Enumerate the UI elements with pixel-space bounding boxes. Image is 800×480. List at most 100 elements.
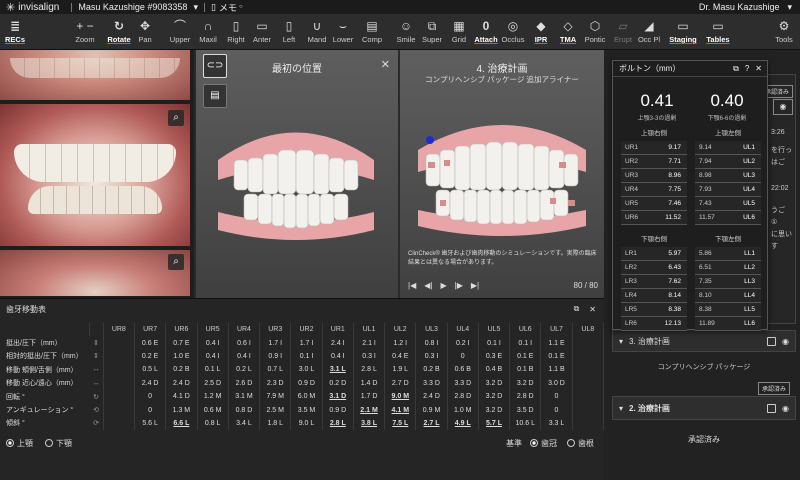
movement-cell[interactable]: 3.2 D (509, 376, 542, 390)
patient-dropdown-icon[interactable]: ▾ (193, 2, 198, 13)
close-icon[interactable]: ✕ (589, 305, 596, 314)
movement-cell[interactable]: 2.5 M (259, 403, 292, 417)
movement-cell[interactable]: 2.4 D (165, 376, 198, 390)
movement-cell[interactable]: 1.7 I (259, 336, 292, 350)
movement-cell[interactable] (572, 349, 605, 364)
prev-stage-icon[interactable]: ◀| (424, 281, 432, 290)
toolbar-staging-button[interactable]: ▭ Staging (668, 17, 698, 49)
movement-cell[interactable]: 2.5 D (197, 376, 229, 390)
chevron-down-icon[interactable]: ▾ (619, 337, 623, 346)
photo-upper-occlusal[interactable] (0, 50, 190, 102)
movement-cell[interactable]: 9.0 L (290, 416, 323, 431)
movement-cell[interactable]: 0.7 L (259, 363, 292, 377)
single-view-button[interactable]: ⊂⊃ (203, 54, 227, 78)
movement-cell[interactable]: 2.7 D (384, 376, 417, 390)
play-icon[interactable]: ▶ (440, 281, 446, 290)
movement-cell[interactable]: 0.6 I (228, 336, 261, 350)
movement-cell[interactable]: 0.9 D (322, 403, 354, 417)
movement-cell[interactable]: 0.4 I (197, 336, 229, 350)
movement-cell[interactable]: 0.9 D (290, 376, 323, 390)
toolbar-anter-button[interactable]: ▭ Anter (247, 17, 277, 49)
split-view-button[interactable]: ▤ (203, 84, 227, 108)
movement-cell[interactable]: 0 (447, 349, 479, 364)
movement-cell[interactable]: 2.1 I (353, 336, 386, 350)
movement-cell[interactable]: 0.2 I (447, 336, 479, 350)
photo-lower-occlusal[interactable]: ⌕ (0, 250, 190, 298)
movement-cell[interactable]: 3.3 D (415, 376, 448, 390)
toolbar-left-button[interactable]: ▯ Left (274, 17, 304, 49)
movement-cell[interactable]: 10.6 L (509, 416, 542, 431)
movement-cell[interactable] (572, 389, 605, 404)
toolbar-grid-button[interactable]: ▦ Grid (444, 17, 474, 49)
movement-cell[interactable]: 2.4 I (322, 336, 354, 350)
movement-cell[interactable]: 3.1 D (322, 389, 354, 404)
zoom-photo-icon[interactable]: ⌕ (168, 110, 184, 126)
movement-cell[interactable]: 0.3 E (478, 349, 511, 364)
crown-radio[interactable]: 歯冠 (530, 438, 557, 449)
layout-icon[interactable] (767, 403, 777, 413)
movement-cell[interactable]: 5.6 L (134, 416, 167, 431)
toolbar-pontic-button[interactable]: ⬡ Pontic (580, 17, 610, 49)
movement-cell[interactable]: 0.6 E (134, 336, 167, 350)
movement-cell[interactable]: 1.7 I (290, 336, 323, 350)
movement-cell[interactable]: 0 (134, 389, 167, 404)
movement-cell[interactable]: 2.1 M (353, 403, 386, 417)
movement-cell[interactable]: 1.0 M (447, 403, 479, 417)
photo-frontal-smile[interactable]: ⌕ (0, 104, 190, 248)
movement-cell[interactable]: 0.4 I (322, 349, 354, 364)
toolbar-upper-button[interactable]: ⌒ Upper (165, 17, 195, 49)
movement-cell[interactable]: 0.1 E (509, 349, 542, 364)
toolbar-recs-button[interactable]: ≣ RECs (0, 17, 30, 49)
movement-cell[interactable] (572, 403, 605, 417)
movement-cell[interactable]: 0.1 B (509, 363, 542, 377)
movement-cell[interactable]: 5.7 L (478, 416, 511, 431)
movement-cell[interactable]: 0.8 D (228, 403, 261, 417)
movement-cell[interactable] (103, 349, 135, 364)
movement-cell[interactable]: 2.4 D (134, 376, 167, 390)
movement-cell[interactable]: 7.9 M (259, 389, 292, 404)
memo-button[interactable]: メモ (219, 1, 237, 14)
zoom-photo-icon[interactable]: ⌕ (168, 254, 184, 270)
movement-cell[interactable] (103, 416, 135, 431)
movement-cell[interactable] (572, 376, 605, 390)
movement-cell[interactable]: 2.4 D (415, 389, 448, 404)
movement-cell[interactable]: 2.6 D (228, 376, 261, 390)
movement-cell[interactable]: 3.5 D (509, 403, 542, 417)
movement-cell[interactable]: 1.0 E (165, 349, 198, 364)
movement-cell[interactable]: 1.4 D (353, 376, 386, 390)
doctor-dropdown-icon[interactable]: ▾ (787, 2, 792, 13)
eye-icon[interactable]: ◉ (782, 337, 789, 346)
movement-cell[interactable]: 0.8 L (197, 416, 229, 431)
movement-cell[interactable]: 1.7 D (353, 389, 386, 404)
movement-cell[interactable]: 2.8 D (509, 389, 542, 404)
toolbar-tools-button[interactable]: ⚙ Tools (769, 17, 799, 49)
doctor-name[interactable]: Dr. Masu Kazushige (699, 2, 780, 12)
lower-radio[interactable]: 下顎 (45, 438, 72, 449)
movement-cell[interactable]: 3.2 D (478, 403, 511, 417)
movement-cell[interactable]: 0.6 B (447, 363, 479, 377)
movement-cell[interactable]: 3.1 M (228, 389, 261, 404)
layout-icon[interactable] (767, 336, 777, 346)
movement-cell[interactable]: 4.1 M (384, 403, 417, 417)
chevron-down-icon[interactable]: ▾ (619, 404, 623, 413)
toolbar-maxil-button[interactable]: ∩ Maxil (193, 17, 223, 49)
plan-card-2[interactable]: ▾ 2. 治療計画 ◉ (612, 396, 796, 420)
movement-cell[interactable]: 1.1 E (540, 336, 573, 350)
movement-cell[interactable]: 3.0 D (540, 376, 573, 390)
movement-cell[interactable]: 0.9 M (415, 403, 448, 417)
copy-icon[interactable]: ⧉ (733, 64, 739, 74)
movement-cell[interactable]: 0.3 I (415, 349, 448, 364)
toolbar-zoom-button[interactable]: + − Zoom (70, 17, 100, 49)
movement-cell[interactable]: 0.8 I (415, 336, 448, 350)
movement-cell[interactable]: 9.0 M (384, 389, 417, 404)
memo-icon[interactable]: ▯ (211, 2, 216, 13)
movement-cell[interactable] (103, 403, 135, 417)
toolbar-occlus-button[interactable]: ◎ Occlus (498, 17, 528, 49)
movement-cell[interactable]: 0.5 L (134, 363, 167, 377)
movement-cell[interactable] (103, 389, 135, 404)
toolbar-comp-button[interactable]: ▤ Comp (357, 17, 387, 49)
copy-icon[interactable]: ⧉ (574, 304, 580, 314)
eye-icon[interactable]: ◉ (773, 99, 793, 115)
movement-cell[interactable]: 0.4 B (478, 363, 511, 377)
movement-cell[interactable]: 0.1 I (290, 349, 323, 364)
